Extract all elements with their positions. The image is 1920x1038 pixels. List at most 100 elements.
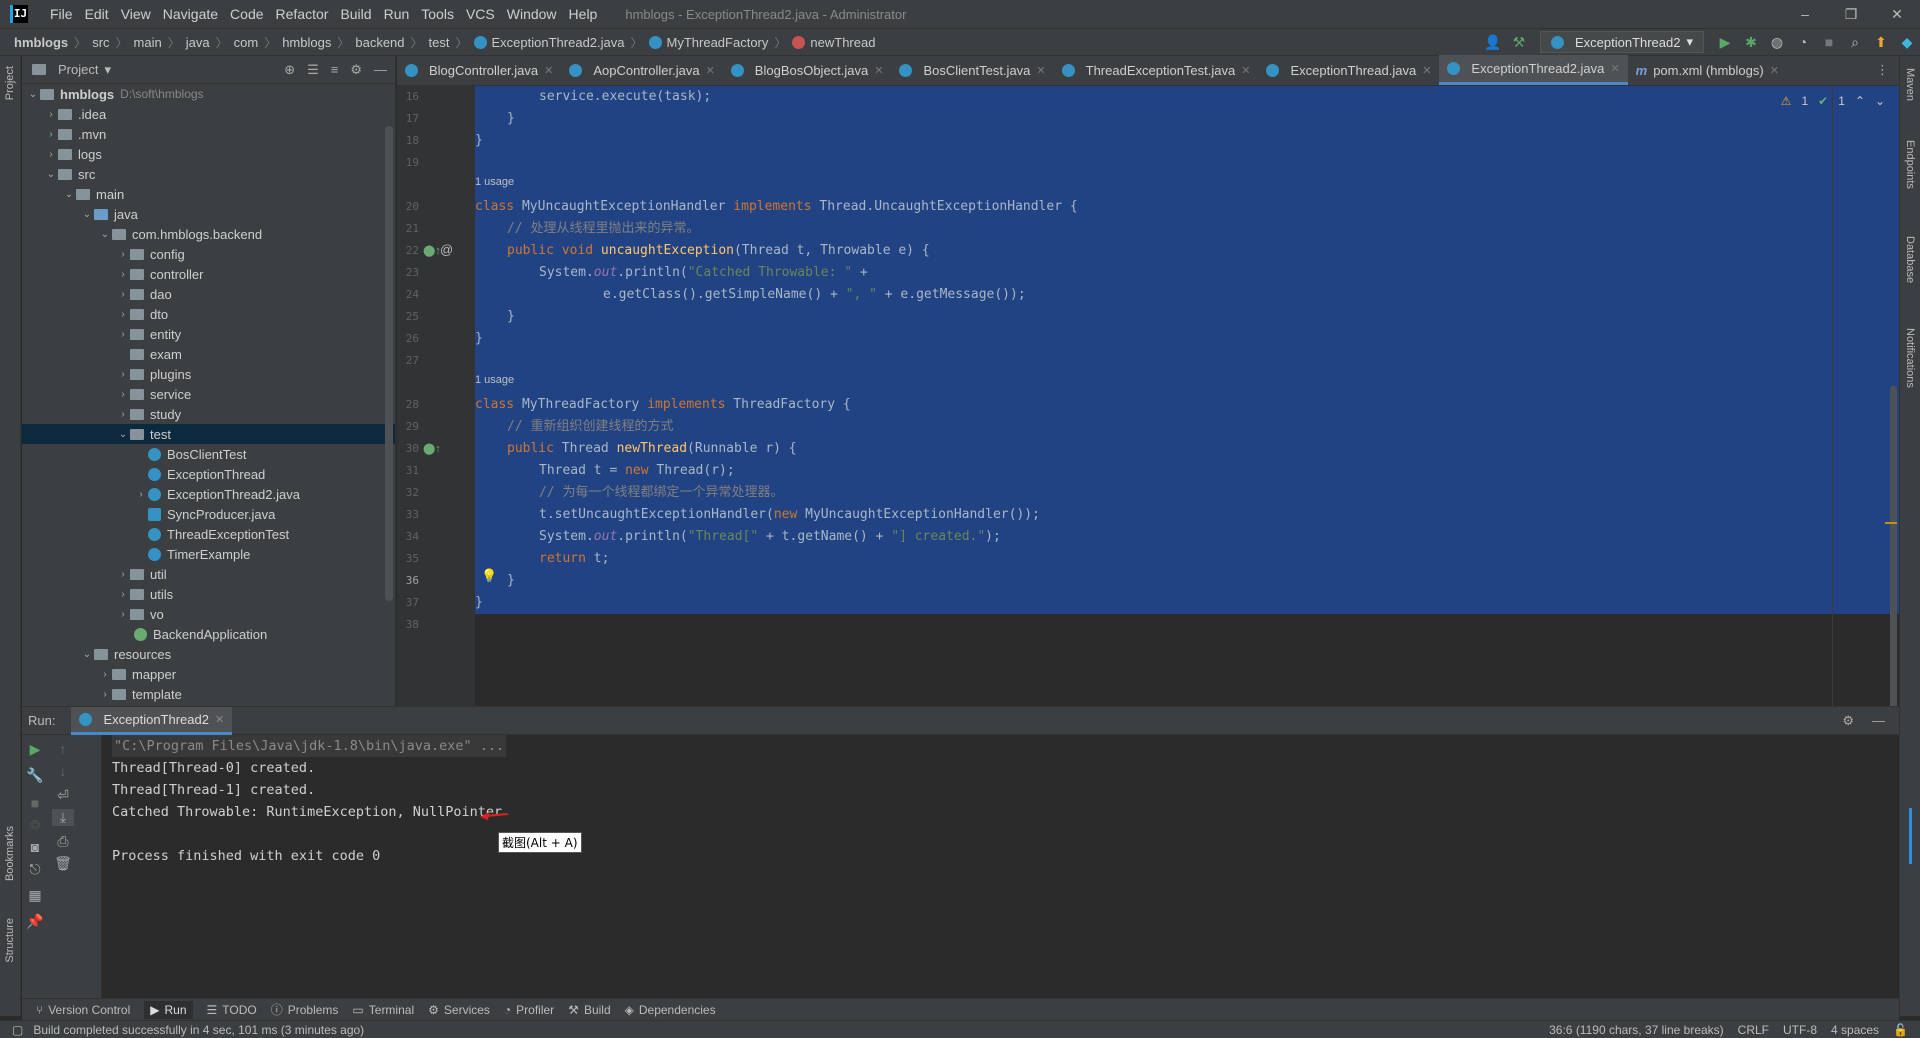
bookmarks-tool-button[interactable]: Bookmarks (4, 826, 16, 881)
tree-item-selected[interactable]: ⌄ test (22, 424, 395, 444)
exit-icon[interactable]: ⎋ (24, 861, 46, 878)
code-line-22[interactable]: public void uncaughtException(Thread t, … (507, 240, 930, 262)
code-line-32[interactable]: // 为每一个线程都绑定一个异常处理器。 (539, 482, 783, 504)
search-icon[interactable]: ⌕ (1842, 34, 1868, 51)
close-icon[interactable]: ✕ (706, 64, 715, 77)
debug-icon[interactable]: ✱ (1738, 34, 1764, 51)
hide-icon[interactable]: — (1872, 713, 1885, 729)
menu-view[interactable]: View (115, 6, 157, 22)
stop-icon[interactable]: ■ (24, 795, 46, 811)
version-control-button[interactable]: ⑂ Version Control (36, 1003, 130, 1017)
console-command[interactable]: "C:\Program Files\Java\jdk-1.8\bin\java.… (112, 735, 507, 757)
tree-item[interactable]: ⌄ src (22, 164, 395, 184)
crumb-java[interactable]: java (184, 35, 212, 50)
profile-icon[interactable]: ◔ (1790, 34, 1816, 50)
lock-icon[interactable]: 🔓 (1893, 1023, 1908, 1037)
tree-item[interactable]: ExceptionThread (22, 464, 395, 484)
code-line-26[interactable]: } (475, 328, 483, 350)
menu-tools[interactable]: Tools (415, 6, 460, 22)
collapse-all-icon[interactable]: ≡ (331, 62, 339, 78)
services-button[interactable]: ⚙ Services (428, 1003, 490, 1017)
tree-item[interactable]: › service (22, 384, 395, 404)
tree-item[interactable]: › logs (22, 144, 395, 164)
crumb-src[interactable]: src (90, 35, 111, 50)
tree-item[interactable]: ⌄ resources (22, 644, 395, 664)
tree-item[interactable]: ⌄ main (22, 184, 395, 204)
scroll-to-end-icon[interactable]: ⤓ (52, 809, 74, 826)
hide-icon[interactable]: — (374, 62, 387, 78)
trash-icon[interactable]: 🗑 (52, 855, 74, 872)
soft-wrap-icon[interactable]: ⏎ (52, 787, 74, 804)
tab-blogcontroller[interactable]: BlogController.java ✕ (397, 55, 561, 85)
code-line-24[interactable]: e.getClass().getSimpleName() + ", " + e.… (603, 284, 1026, 306)
tree-item[interactable]: SyncProducer.java (22, 504, 395, 524)
project-view-select[interactable]: Project ▾ (32, 62, 111, 78)
tree-item[interactable]: BackendApplication (22, 624, 395, 644)
rerun-icon[interactable]: ▶ (24, 741, 46, 758)
terminal-button[interactable]: ▭ Terminal (352, 1003, 414, 1017)
tree-item-root[interactable]: ⌄ hmblogs D:\soft\hmblogs (22, 84, 395, 104)
run-config-select[interactable]: ExceptionThread2 ▾ (1539, 31, 1704, 53)
tab-bosclienttest[interactable]: BosClientTest.java ✕ (891, 55, 1053, 85)
menu-vcs[interactable]: VCS (460, 6, 501, 22)
crumb-backend[interactable]: backend (353, 35, 406, 50)
tree-item[interactable]: › utils (22, 584, 395, 604)
crumb-method[interactable]: newThread (790, 35, 877, 50)
tree-item[interactable]: › dto (22, 304, 395, 324)
menu-edit[interactable]: Edit (79, 6, 115, 22)
tree-item[interactable]: TimerExample (22, 544, 395, 564)
tree-item[interactable]: › ExceptionThread2.java (22, 484, 395, 504)
code-line-17[interactable]: } (507, 108, 515, 130)
update-icon[interactable]: ⬆ (1868, 34, 1894, 51)
expand-all-icon[interactable]: ☰ (307, 62, 319, 78)
lightbulb-icon[interactable]: 💡 (481, 568, 497, 584)
tree-item[interactable]: › .mvn (22, 124, 395, 144)
inspection-widget[interactable]: ⚠ 1 ✔ 1 ⌃ ⌄ (1781, 94, 1885, 108)
file-encoding[interactable]: UTF-8 (1783, 1023, 1817, 1037)
run-icon[interactable]: ▶ (1712, 34, 1738, 51)
code-line-16[interactable]: service.execute(task); (539, 86, 711, 108)
structure-tool-button[interactable]: Structure (4, 918, 16, 963)
stop-icon[interactable]: ■ (1816, 34, 1842, 50)
annotation-icon[interactable]: @ (440, 242, 453, 257)
code-line-34[interactable]: System.out.println("Thread[" + t.getName… (539, 526, 1001, 548)
menu-window[interactable]: Window (501, 6, 563, 22)
tab-exceptionthread2[interactable]: ExceptionThread2.java ✕ (1439, 55, 1628, 85)
notifications-tool-button[interactable]: Notifications (1904, 328, 1916, 388)
tree-item[interactable]: › .idea (22, 104, 395, 124)
chevron-down-icon[interactable]: ⌄ (1875, 94, 1885, 108)
crumb-test[interactable]: test (427, 35, 452, 50)
menu-run[interactable]: Run (378, 6, 416, 22)
indent-setting[interactable]: 4 spaces (1831, 1023, 1879, 1037)
locate-icon[interactable]: ⊕ (284, 62, 295, 78)
panel-toggle-icon[interactable]: ▢ (12, 1023, 23, 1037)
profiler-button[interactable]: ◔ Profiler (504, 1003, 554, 1017)
tree-item[interactable]: exam (22, 344, 395, 364)
todo-button[interactable]: ☰ TODO (207, 1003, 257, 1017)
tree-item[interactable]: › dao (22, 284, 395, 304)
code-line-37[interactable]: } (475, 592, 483, 614)
endpoints-tool-button[interactable]: Endpoints (1904, 140, 1916, 189)
tree-item[interactable]: › util (22, 564, 395, 584)
more-tabs-icon[interactable]: ⋮ (1876, 55, 1889, 85)
implements-icon[interactable]: ⬤↑ (423, 442, 441, 455)
project-tool-button[interactable]: Project (4, 66, 16, 100)
gear-icon[interactable]: ⚙ (1842, 713, 1854, 729)
close-icon[interactable]: ✕ (544, 64, 553, 77)
line-separator[interactable]: CRLF (1738, 1023, 1769, 1037)
code-line-20[interactable]: class MyUncaughtExceptionHandler impleme… (475, 196, 1078, 218)
tree-item[interactable]: ⌄ java (22, 204, 395, 224)
close-icon[interactable]: ✕ (1241, 64, 1250, 77)
crumb-class[interactable]: MyThreadFactory (647, 35, 771, 50)
code-line-18[interactable]: } (475, 130, 483, 152)
coverage-icon[interactable]: ◍ (1764, 34, 1790, 51)
print-icon[interactable]: ⎙ (52, 833, 74, 850)
arrow-up-icon[interactable]: ↑ (52, 741, 74, 757)
code-line-35[interactable]: return t; (539, 548, 609, 570)
pin-icon[interactable]: 📌 (24, 913, 46, 930)
wrench-icon[interactable]: 🔧 (24, 767, 46, 784)
run-button[interactable]: ▶ Run (144, 1000, 193, 1019)
usage-hint[interactable]: 1 usage (475, 176, 514, 192)
tab-threadexceptiontest[interactable]: ThreadExceptionTest.java ✕ (1054, 55, 1259, 85)
code-line-21[interactable]: // 处理从线程里抛出来的异常。 (507, 218, 699, 240)
